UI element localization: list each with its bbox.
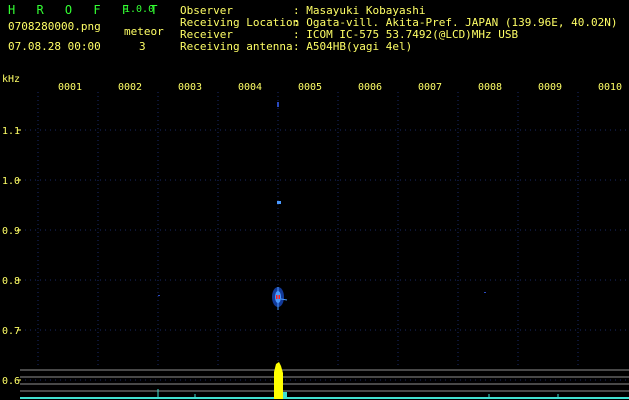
echo-trace-top bbox=[277, 102, 279, 107]
echo-trace-upper bbox=[277, 201, 281, 204]
noise-dot bbox=[158, 295, 160, 296]
x-tick-label: 0009 bbox=[538, 82, 562, 93]
y-axis-unit: kHz bbox=[2, 74, 21, 85]
x-tick-label: 0002 bbox=[118, 82, 142, 93]
y-tick-label: 0.9 bbox=[2, 226, 20, 237]
y-tick-label: 0.7 bbox=[2, 326, 20, 337]
x-tick-label: 0005 bbox=[298, 82, 322, 93]
x-tick-label: 0003 bbox=[178, 82, 202, 93]
x-tick-label: 0004 bbox=[238, 82, 262, 93]
signal-level-bar bbox=[274, 362, 283, 399]
signal-level-base bbox=[283, 392, 287, 399]
x-tick-label: 0010 bbox=[598, 82, 622, 93]
x-tick-label: 0006 bbox=[358, 82, 382, 93]
noise-dot bbox=[484, 292, 486, 293]
y-tick-label: 0.6 bbox=[2, 376, 20, 387]
hrofft-window: H R O F F T 1.0.0 0708280000.png meteor … bbox=[0, 0, 629, 400]
x-tick-label: 0001 bbox=[58, 82, 82, 93]
y-tick-label: 0.8 bbox=[2, 276, 20, 287]
y-tick-label: 1.0 bbox=[2, 176, 20, 187]
x-tick-label: 0007 bbox=[418, 82, 442, 93]
x-tick-label: 0008 bbox=[478, 82, 502, 93]
spectrogram-plot: 1.1 1.0 0.9 0.8 0.7 0.6 0001 0002 0003 0004 0005 00… bbox=[2, 82, 629, 399]
y-tick-label: 1.1 bbox=[2, 126, 20, 137]
